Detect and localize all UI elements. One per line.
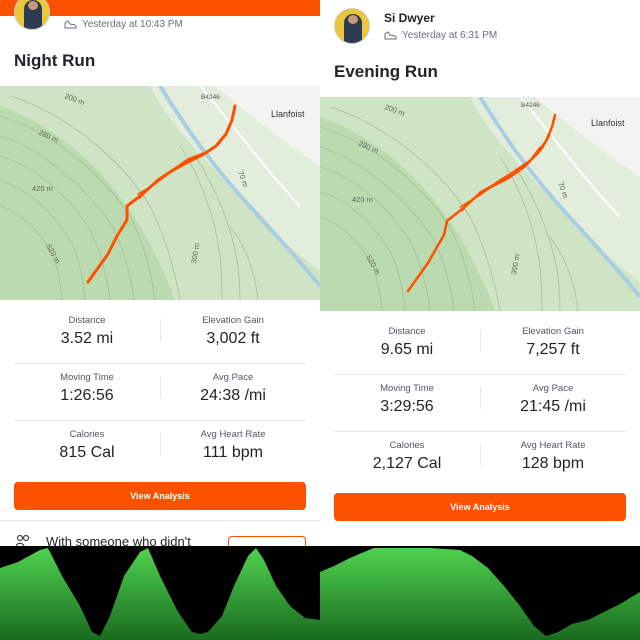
stat-moving-time: Moving Time 1:26:56 [60,372,114,404]
stat-elevation-gain: Elevation Gain 3,002 ft [202,315,264,347]
elevation-area [0,548,320,640]
shoe-icon [384,31,397,40]
route-map[interactable]: 200 m 280 m 420 m 520 m 300 m 70 m B4246… [0,86,320,300]
activity-timestamp: Yesterday at 6:31 PM [402,30,498,41]
stat-calories: Calories 2,127 Cal [372,440,442,472]
activity-title[interactable]: Night Run [14,51,95,71]
stat-avg-pace: Avg Pace 21:45 /mi [520,383,586,415]
view-analysis-button[interactable]: View Analysis [14,482,306,510]
road-label: B4246 [521,102,540,109]
stat-avg-heart-rate: Avg Heart Rate 111 bpm [200,429,266,461]
stat-elevation-gain: Elevation Gain 7,257 ft [522,326,584,358]
activity-card-night-run: Yesterday at 10:43 PM Night Run 200 m 28… [0,0,320,546]
contour-label: 420 m [32,184,53,193]
stat-avg-heart-rate: Avg Heart Rate 128 bpm [520,440,586,472]
stat-moving-time: Moving Time 3:29:56 [380,383,434,415]
road-label: B4246 [201,94,220,101]
route-map[interactable]: 200 m 280 m 420 m 520 m 300 m 70 m B4246… [320,97,640,311]
activity-meta: Yesterday at 6:31 PM [384,30,497,41]
town-label: Llanfoist [591,118,625,128]
stats-grid: Distance 9.65 mi Elevation Gain 7,257 ft… [320,318,640,489]
avatar[interactable] [14,0,50,30]
promo-banner: With someone who didn't [0,520,320,546]
stats-grid: Distance 3.52 mi Elevation Gain 3,002 ft… [0,307,320,478]
activity-title[interactable]: Evening Run [334,62,438,82]
stat-calories: Calories 815 Cal [59,429,115,461]
activity-card-evening-run: Si Dwyer Yesterday at 6:31 PM Evening Ru… [320,0,640,546]
stat-distance: Distance 3.52 mi [60,315,114,347]
stat-distance: Distance 9.65 mi [380,326,434,358]
town-label: Llanfoist [271,109,305,119]
stat-avg-pace: Avg Pace 24:38 /mi [200,372,266,404]
view-analysis-button[interactable]: View Analysis [334,493,626,521]
promo-text: With someone who didn't [46,534,191,546]
avatar[interactable] [334,8,370,44]
people-icon [16,534,30,546]
contour-label: 420 m [352,195,373,204]
elevation-area [320,548,640,640]
elevation-profile-right [320,546,640,640]
activity-timestamp: Yesterday at 10:43 PM [82,19,183,30]
elevation-profile-left [0,546,320,640]
activity-meta: Yesterday at 10:43 PM [64,19,183,30]
athlete-name[interactable]: Si Dwyer [384,11,435,25]
promo-action-button[interactable] [228,536,306,546]
shoe-icon [64,20,77,29]
